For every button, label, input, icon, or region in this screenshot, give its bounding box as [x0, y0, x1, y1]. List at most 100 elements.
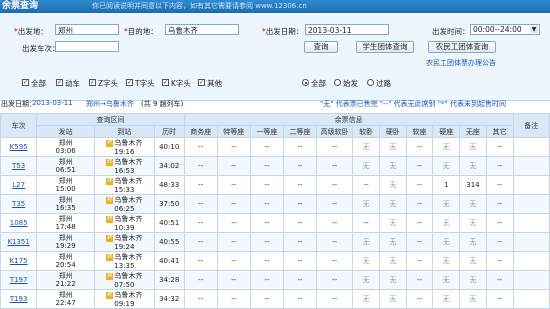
table-row: T53 郑州 06:51 终乌鲁木齐 16:53 34:02 -- -- -- -- -- 无无 -- 无…	[0, 156, 550, 176]
depart-cell: 郑州 20:54	[36, 251, 95, 271]
seat-cell: --	[216, 289, 251, 309]
query-button[interactable]: 查询	[304, 41, 338, 53]
seat-cell: --	[216, 232, 251, 252]
seat-cell: --	[183, 251, 218, 271]
from-station-input[interactable]: 郑州	[55, 24, 119, 35]
terminal-station-badge-icon: 终	[106, 291, 114, 299]
depart-cell: 郑州 15:00	[36, 175, 95, 195]
arrive-cell: 终乌鲁木齐 15:33	[93, 175, 155, 195]
arrive-time: 15:33	[114, 186, 135, 194]
train-number-link[interactable]: K595	[10, 143, 28, 151]
arrive-time: 07:50	[114, 281, 135, 289]
student-query-button[interactable]: 学生团体查询	[356, 41, 414, 53]
pass-origin-radio[interactable]	[334, 79, 341, 86]
seat-cell: --	[485, 156, 514, 176]
seat-cell: 无	[432, 137, 461, 157]
depart-station: 郑州	[58, 139, 73, 147]
page-title: 余票查询	[2, 1, 39, 11]
arrive-station: 乌鲁木齐	[114, 291, 143, 299]
depart-station: 郑州	[58, 253, 73, 261]
type-all-checkbox[interactable]: ✓	[22, 79, 29, 86]
seat-cell: 无	[379, 289, 407, 309]
seat-cell: --	[485, 213, 514, 233]
col-seat-header: 硬卧	[379, 125, 407, 138]
top-bar: 余票查询 你已阅读说明并同意以下内容，如有其它需要请参阅 www.12306.c…	[0, 0, 550, 13]
arrive-cell: 终乌鲁木齐 19:16	[93, 137, 155, 157]
type-k-checkbox[interactable]: ✓	[162, 79, 169, 86]
depart-station: 郑州	[58, 234, 73, 242]
table-row: L27 郑州 15:00 终乌鲁木齐 15:33 48:33 -- -- -- -- -- -- 无 --…	[0, 175, 550, 195]
time-select[interactable]: 00:00--24:00 ▼	[470, 24, 540, 35]
to-label: *目的地：	[124, 27, 158, 36]
seat-cell: --	[316, 194, 354, 214]
train-number-link[interactable]: T197	[10, 276, 28, 284]
terminal-station-badge-icon: 终	[106, 253, 114, 261]
train-no-input[interactable]	[55, 41, 119, 52]
chevron-down-icon: ▼	[530, 26, 538, 33]
train-number-link[interactable]: T53	[12, 162, 25, 170]
terminal-station-badge-icon: 终	[106, 196, 114, 204]
date-input[interactable]: 2013-03-11	[305, 24, 389, 35]
seat-cell: 无	[352, 137, 381, 157]
col-arrive-header: 到站	[93, 125, 155, 138]
remark-cell	[512, 251, 550, 271]
seat-cell: --	[183, 156, 218, 176]
terminal-station-badge-icon: 终	[106, 272, 114, 280]
type-t-label: T字头	[135, 79, 155, 88]
seat-cell: --	[249, 289, 284, 309]
result-date-label: 出发日期：	[1, 100, 36, 108]
type-t-checkbox[interactable]: ✓	[126, 79, 133, 86]
arrive-cell: 终乌鲁木齐 10:39	[93, 213, 155, 233]
arrive-cell: 终乌鲁木齐 16:53	[93, 156, 155, 176]
migrant-notice-link[interactable]: 农民工团体票办理公告	[426, 58, 496, 68]
train-number-link[interactable]: 1085	[10, 219, 28, 227]
table-row: T35 郑州 16:35 终乌鲁木齐 06:25 37:50 -- -- -- -- -- 无无 -- 无…	[0, 194, 550, 214]
train-number-link[interactable]: K1351	[7, 238, 29, 246]
col-seat-header: 软座	[405, 125, 434, 138]
train-number-link[interactable]: T193	[10, 295, 28, 303]
seat-cell: --	[249, 137, 284, 157]
seat-cell: --	[282, 232, 318, 252]
table-row: K1351 郑州 19:29 终乌鲁木齐 19:24 40:55 -- -- -- -- -- 无无 -…	[0, 232, 550, 252]
seat-cell: --	[405, 270, 434, 290]
seat-cell: --	[183, 213, 218, 233]
terminal-station-badge-icon: 终	[106, 215, 114, 223]
remark-cell	[512, 156, 550, 176]
result-info: 出发日期： 2013-03-11 郑州→乌鲁木齐 (共 9 趟列车) "无" 代…	[0, 98, 550, 110]
seat-cell: --	[316, 232, 354, 252]
type-emu-checkbox[interactable]: ✓	[56, 79, 63, 86]
migrant-query-button[interactable]: 农民工团体查询	[428, 41, 496, 53]
duration-cell: 40:51	[153, 213, 185, 233]
seat-cell: --	[316, 251, 354, 271]
type-other-checkbox[interactable]: ✓	[198, 79, 205, 86]
seat-cell: --	[485, 232, 514, 252]
pass-all-label: 全部	[311, 79, 326, 88]
seat-cell: --	[216, 156, 251, 176]
terminal-station-badge-icon: 终	[106, 177, 114, 185]
pass-all-radio[interactable]	[302, 79, 309, 86]
train-number-link[interactable]: K175	[10, 257, 28, 265]
seat-cell: --	[249, 194, 284, 214]
arrive-time: 10:39	[114, 224, 135, 232]
arrive-time: 19:24	[114, 243, 135, 251]
seat-cell: 无	[352, 232, 381, 252]
type-z-label: Z字头	[98, 79, 119, 88]
seat-cell: --	[282, 175, 318, 195]
from-label: *出发地：	[14, 27, 48, 36]
seat-cell: 无	[432, 194, 461, 214]
to-station-input[interactable]: 乌鲁木齐	[165, 24, 239, 35]
seat-cell: --	[405, 156, 434, 176]
depart-station: 郑州	[58, 196, 73, 204]
time-select-value: 00:00--24:00	[473, 25, 522, 34]
col-seat-header: 高级软卧	[316, 125, 354, 138]
col-train-header: 车次	[0, 113, 38, 138]
type-z-checkbox[interactable]: ✓	[89, 79, 96, 86]
type-k-label: K字头	[171, 79, 191, 88]
duration-cell: 37:50	[153, 194, 185, 214]
seat-cell: --	[249, 213, 284, 233]
train-number-link[interactable]: T35	[12, 200, 25, 208]
seat-cell: --	[405, 251, 434, 271]
train-number-link[interactable]: L27	[12, 181, 25, 189]
seat-cell: --	[405, 194, 434, 214]
pass-through-radio[interactable]	[367, 79, 374, 86]
